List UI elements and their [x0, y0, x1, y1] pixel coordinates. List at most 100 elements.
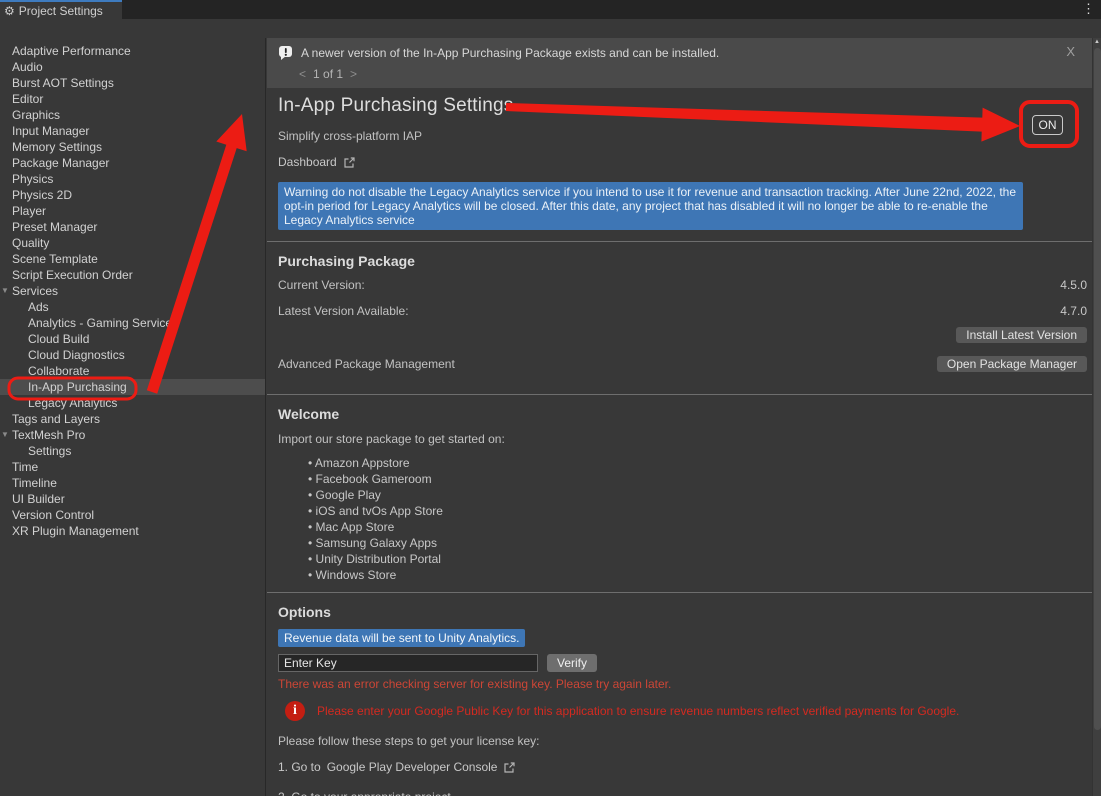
scrollbar-thumb[interactable] — [1094, 48, 1101, 730]
sidebar-item-memory-settings[interactable]: Memory Settings — [0, 139, 265, 155]
console-warning-icon — [278, 45, 294, 61]
store-list-item: Google Play — [308, 487, 1087, 503]
notification-pager: < 1 of 1 > — [299, 67, 357, 81]
google-key-input[interactable] — [278, 654, 538, 672]
page-subtitle: Simplify cross-platform IAP — [278, 129, 1087, 143]
sidebar-item-label: Physics — [12, 172, 53, 186]
settings-category-sidebar: Adaptive Performance AudioBurst AOT Setti… — [0, 38, 266, 796]
sidebar-item-label: Package Manager — [12, 156, 109, 170]
sidebar-item-cloud-diagnostics[interactable]: Cloud Diagnostics — [0, 347, 265, 363]
sidebar-item-input-manager[interactable]: Input Manager — [0, 123, 265, 139]
sidebar-item-physics[interactable]: Physics — [0, 171, 265, 187]
tab-project-settings[interactable]: ⚙ Project Settings — [0, 0, 122, 19]
dashboard-link[interactable]: Dashboard — [278, 155, 1087, 169]
sidebar-list: Adaptive Performance AudioBurst AOT Setti… — [0, 43, 265, 539]
settings-toolbar — [0, 19, 1101, 38]
sidebar-item-label: Tags and Layers — [12, 412, 100, 426]
sidebar-item-label: Preset Manager — [12, 220, 97, 234]
sidebar-item-editor[interactable]: Editor — [0, 91, 265, 107]
store-list-item: Mac App Store — [308, 519, 1087, 535]
store-list-item: Unity Distribution Portal — [308, 551, 1087, 567]
pager-prev-icon[interactable]: < — [299, 67, 306, 81]
sidebar-item-graphics[interactable]: Graphics — [0, 107, 265, 123]
sidebar-item-time[interactable]: Time — [0, 459, 265, 475]
sidebar-item-label: Audio — [12, 60, 43, 74]
iap-toggle-on-button[interactable]: ON — [1032, 115, 1063, 135]
sidebar-item-adaptive-performance[interactable]: Adaptive Performance — [0, 43, 265, 59]
legacy-analytics-warning: Warning do not disable the Legacy Analyt… — [278, 182, 1023, 230]
sidebar-item-label: Script Execution Order — [12, 268, 133, 282]
in-app-purchasing-panel: A newer version of the In-App Purchasing… — [267, 38, 1101, 796]
sidebar-item-timeline[interactable]: Timeline — [0, 475, 265, 491]
editor-tab-bar: ⚙ Project Settings ⋮ — [0, 0, 1101, 19]
sidebar-item-in-app-purchasing[interactable]: In-App Purchasing — [0, 379, 265, 395]
sidebar-item-label: Adaptive Performance — [12, 44, 131, 58]
sidebar-item-xr-plugin-management[interactable]: XR Plugin Management — [0, 523, 265, 539]
sidebar-item-label: Physics 2D — [12, 188, 72, 202]
open-package-manager-button[interactable]: Open Package Manager — [937, 356, 1087, 372]
error-info-icon: i — [285, 701, 305, 721]
scroll-up-arrow-icon[interactable]: ▲ — [1093, 39, 1101, 45]
welcome-heading: Welcome — [278, 406, 1087, 422]
sidebar-item-label: TextMesh Pro — [12, 428, 85, 442]
install-latest-version-button[interactable]: Install Latest Version — [956, 327, 1087, 343]
key-check-error-text: There was an error checking server for e… — [278, 677, 1087, 691]
sidebar-item-label: Quality — [12, 236, 49, 250]
sidebar-item-label: Input Manager — [12, 124, 89, 138]
google-key-warning-text: Please enter your Google Public Key for … — [317, 704, 959, 718]
sidebar-item-services[interactable]: ▼Services — [0, 283, 265, 299]
sidebar-item-label: Scene Template — [12, 252, 98, 266]
sidebar-item-label: XR Plugin Management — [12, 524, 139, 538]
google-play-console-link[interactable]: Google Play Developer Console — [327, 760, 498, 774]
dashboard-link-label: Dashboard — [278, 155, 337, 169]
sidebar-item-audio[interactable]: Audio — [0, 59, 265, 75]
sidebar-item-legacy-analytics[interactable]: Legacy Analytics — [0, 395, 265, 411]
sidebar-item-ads[interactable]: Ads — [0, 299, 265, 315]
sidebar-item-physics-2d[interactable]: Physics 2D — [0, 187, 265, 203]
sidebar-item-player[interactable]: Player — [0, 203, 265, 219]
sidebar-item-cloud-build[interactable]: Cloud Build — [0, 331, 265, 347]
current-version-label: Current Version: — [278, 278, 365, 292]
sidebar-item-label: Time — [12, 460, 38, 474]
sidebar-item-tags-and-layers[interactable]: Tags and Layers — [0, 411, 265, 427]
section-divider — [267, 241, 1101, 242]
sidebar-item-label: Version Control — [12, 508, 94, 522]
sidebar-item-package-manager[interactable]: Package Manager — [0, 155, 265, 171]
foldout-triangle-icon[interactable]: ▼ — [1, 427, 9, 443]
pager-next-icon[interactable]: > — [350, 67, 357, 81]
sidebar-item-scene-template[interactable]: Scene Template — [0, 251, 265, 267]
store-list-item: Samsung Galaxy Apps — [308, 535, 1087, 551]
sidebar-item-label: Timeline — [12, 476, 57, 490]
vertical-scrollbar[interactable]: ▲ — [1092, 38, 1101, 796]
sidebar-item-ui-builder[interactable]: UI Builder — [0, 491, 265, 507]
sidebar-item-settings[interactable]: Settings — [0, 443, 265, 459]
sidebar-item-preset-manager[interactable]: Preset Manager — [0, 219, 265, 235]
sidebar-item-label: Memory Settings — [12, 140, 102, 154]
kebab-menu-icon[interactable]: ⋮ — [1082, 2, 1095, 15]
sidebar-item-label: Player — [12, 204, 46, 218]
section-divider — [267, 592, 1101, 593]
advanced-package-management-label: Advanced Package Management — [278, 357, 455, 371]
sidebar-item-label: Services — [12, 284, 58, 298]
verify-button[interactable]: Verify — [547, 654, 597, 672]
foldout-triangle-icon[interactable]: ▼ — [1, 283, 9, 299]
latest-version-value: 4.7.0 — [1060, 304, 1087, 318]
notification-message: A newer version of the In-App Purchasing… — [301, 46, 719, 60]
sidebar-item-analytics-gaming-services[interactable]: Analytics - Gaming Services — [0, 315, 265, 331]
sidebar-item-version-control[interactable]: Version Control — [0, 507, 265, 523]
store-list: Amazon AppstoreFacebook GameroomGoogle P… — [278, 455, 1087, 583]
sidebar-item-label: Graphics — [12, 108, 60, 122]
close-icon[interactable]: X — [1066, 44, 1075, 59]
store-list-item: iOS and tvOs App Store — [308, 503, 1087, 519]
sidebar-item-burst-aot-settings[interactable]: Burst AOT Settings — [0, 75, 265, 91]
store-list-item: Facebook Gameroom — [308, 471, 1087, 487]
welcome-intro: Import our store package to get started … — [278, 432, 1087, 446]
sidebar-item-quality[interactable]: Quality — [0, 235, 265, 251]
sidebar-item-label: Collaborate — [28, 364, 89, 378]
sidebar-item-script-execution-order[interactable]: Script Execution Order — [0, 267, 265, 283]
sidebar-item-textmesh-pro[interactable]: ▼TextMesh Pro — [0, 427, 265, 443]
latest-version-label: Latest Version Available: — [278, 304, 409, 318]
sidebar-item-collaborate[interactable]: Collaborate — [0, 363, 265, 379]
steps-intro: Please follow these steps to get your li… — [278, 734, 1087, 748]
sidebar-item-label: UI Builder — [12, 492, 65, 506]
